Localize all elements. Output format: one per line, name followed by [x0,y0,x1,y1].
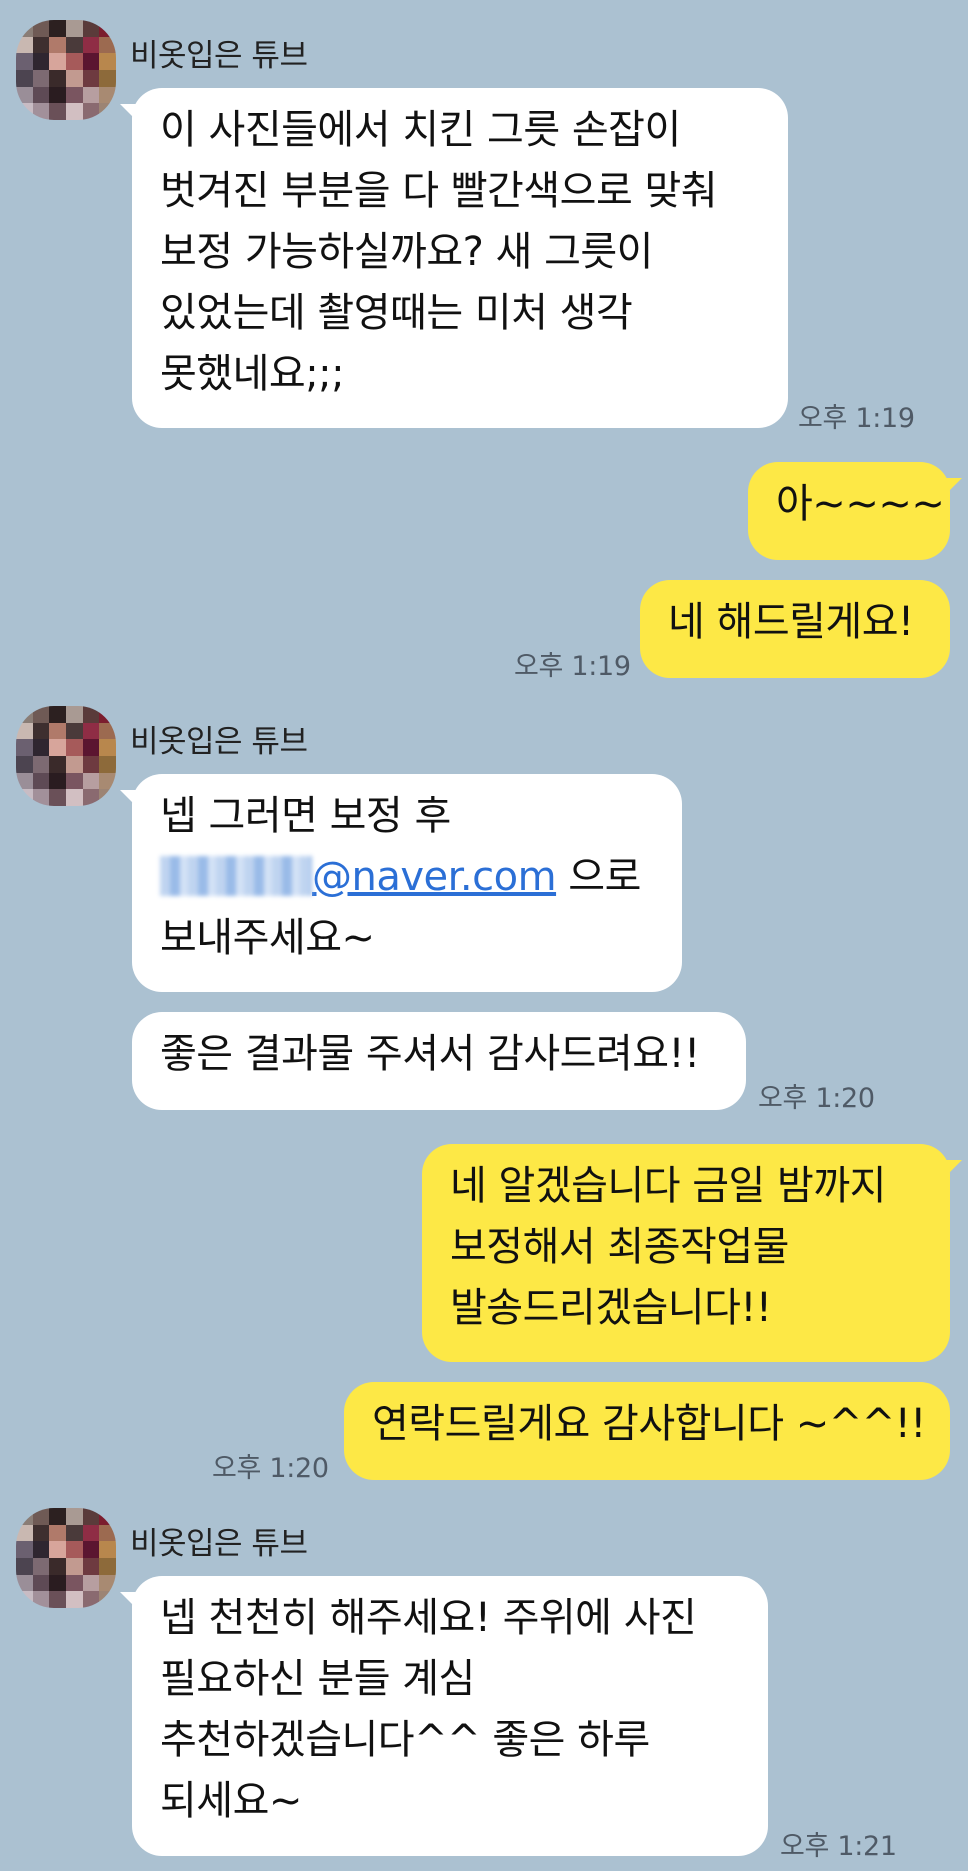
message-text: 넵 천천히 해주세요! 주위에 사진 [160,1595,697,1641]
message-bubble[interactable]: 넵 천천히 해주세요! 주위에 사진 필요하신 분들 계심 추천하겠습니다^^ … [120,1576,768,1856]
email-link[interactable]: @naver.com [312,854,557,900]
avatar[interactable] [16,20,116,120]
message-text: 넵 그러면 보정 후 [160,793,451,839]
sender-name: 비옷입은 튜브 [130,1526,308,1562]
avatar[interactable] [16,706,116,806]
message-bubble[interactable]: 넵 그러면 보정 후 @naver.com 으로 보내주세요~ [120,774,682,992]
message-bubble[interactable]: 네 알겠습니다 금일 밤까지 보정해서 최종작업물 발송드리겠습니다!! [422,1144,962,1362]
message-text: 필요하신 분들 계심 [160,1656,475,1702]
message-text: 보정 가능하실까요? 새 그릇이 [160,229,653,275]
message-text: 못했네요;;; [160,351,345,397]
message-text: 있었는데 촬영때는 미처 생각 [160,290,633,336]
email-line: @naver.com 으로 [160,847,654,908]
message-text: 네 알겠습니다 금일 밤까지 [450,1163,886,1209]
message-text: 좋은 결과물 주셔서 감사드려요!! [160,1031,700,1077]
message-timestamp: 오후 1:20 [212,1453,329,1484]
message-text: 벗겨진 부분을 다 빨간색으로 맞춰 [160,168,718,214]
message-text: 네 해드릴게요! [668,599,914,645]
message-text: 보정해서 최종작업물 [450,1224,789,1270]
message-bubble[interactable]: 네 해드릴게요! [640,580,950,678]
message-text: 이 사진들에서 치킨 그릇 손잡이 [160,107,681,153]
sender-name: 비옷입은 튜브 [130,38,308,74]
message-timestamp: 오후 1:19 [798,403,915,434]
avatar[interactable] [16,1508,116,1608]
redacted-email-user [160,856,312,896]
message-text: 되세요~ [160,1778,302,1824]
message-bubble[interactable]: 좋은 결과물 주셔서 감사드려요!! [132,1012,746,1110]
message-bubble[interactable]: 이 사진들에서 치킨 그릇 손잡이 벗겨진 부분을 다 빨간색으로 맞춰 보정 … [120,88,788,428]
message-timestamp: 오후 1:20 [758,1083,875,1114]
message-text: 발송드리겠습니다!! [450,1285,772,1331]
message-timestamp: 오후 1:21 [780,1831,897,1862]
message-text: 연락드릴게요 감사합니다 ~^^!! [372,1401,926,1447]
message-bubble[interactable]: 연락드릴게요 감사합니다 ~^^!! [344,1382,950,1480]
message-timestamp: 오후 1:19 [514,651,631,682]
message-text: 추천하겠습니다^^ 좋은 하루 [160,1717,650,1763]
message-bubble[interactable]: 아~~~~ [748,462,962,560]
message-text: 보내주세요~ [160,915,375,961]
sender-name: 비옷입은 튜브 [130,724,308,760]
message-text: 아~~~~ [776,481,945,527]
message-text: 으로 [556,854,641,900]
